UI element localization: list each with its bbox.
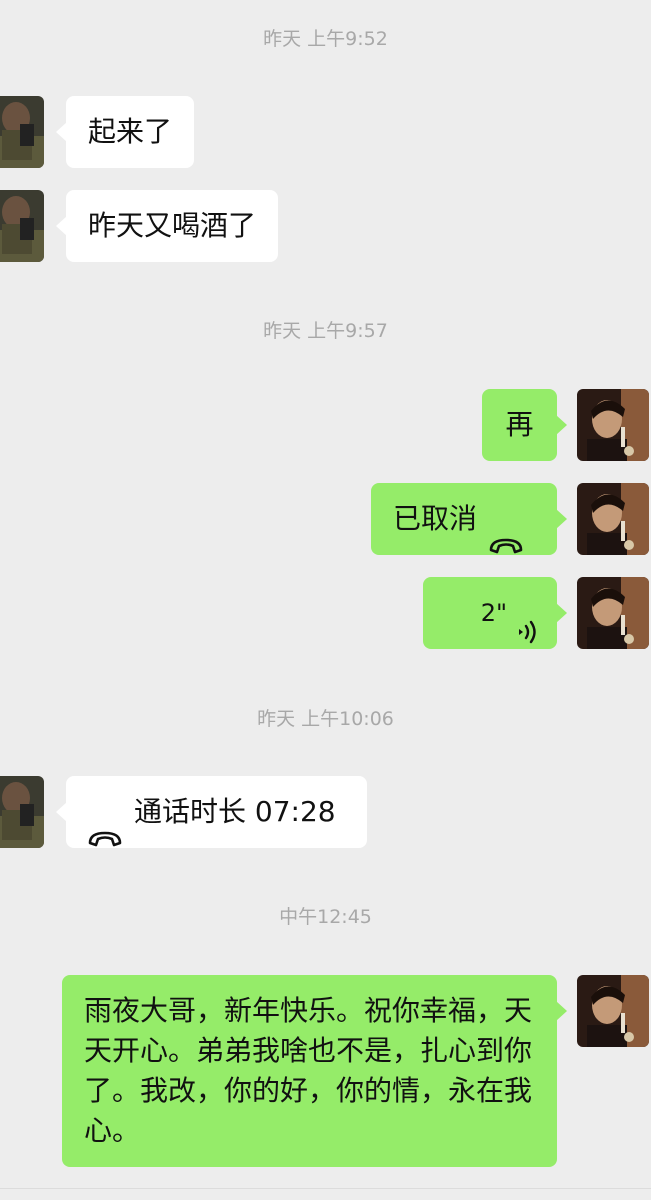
call-cancelled-bubble[interactable]: 已取消 [371,483,567,555]
divider [0,1188,651,1189]
call-duration-label: 通话时长 07:28 [134,795,336,828]
contact-avatar[interactable] [0,776,44,848]
voice-duration: 2" [480,599,507,627]
timestamp: 中午12:45 [279,906,372,928]
timestamp: 昨天 上午9:57 [263,320,388,342]
phone-handset-icon [489,510,523,554]
message-bubble[interactable]: 再 [482,389,567,461]
contact-avatar[interactable] [0,190,44,262]
user-avatar[interactable] [577,483,649,555]
timestamp: 昨天 上午10:06 [257,708,394,730]
voice-message-bubble[interactable]: 2" [423,577,567,649]
timestamp: 昨天 上午9:52 [263,28,388,50]
voice-wave-icon [517,600,539,644]
call-status-label: 已取消 [393,502,478,535]
call-duration-bubble[interactable]: 通话时长 07:28 [56,776,367,848]
user-avatar[interactable] [577,577,649,649]
message-bubble[interactable]: 昨天又喝酒了 [55,190,279,262]
user-avatar[interactable] [577,389,649,461]
contact-avatar[interactable] [0,96,44,168]
phone-handset-icon [88,803,122,847]
user-avatar[interactable] [577,975,649,1047]
message-bubble[interactable]: 起来了 [55,96,195,168]
message-bubble[interactable]: 雨夜大哥，新年快乐。祝你幸福，天天开心。弟弟我啥也不是，扎心到你了。我改，你的好… [62,975,567,1167]
